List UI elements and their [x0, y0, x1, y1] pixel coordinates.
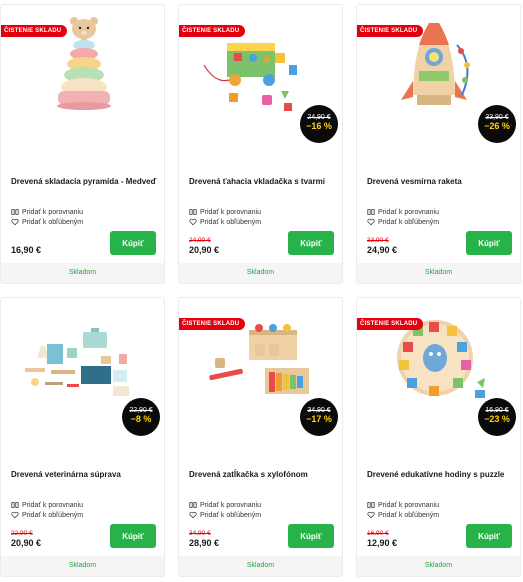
favorite-link[interactable]: Pridať k obľúbeným [367, 218, 439, 226]
discount-percent: −16 % [306, 121, 332, 131]
discount-percent: −26 % [484, 121, 510, 131]
stock-status: Skladom [1, 556, 164, 576]
heart-icon [189, 511, 197, 519]
product-card[interactable]: ČISTENIE SKLADU 34,90 € −17 % Drevená za… [178, 297, 343, 577]
product-image[interactable]: ČISTENIE SKLADU 33,90 € −26 % [357, 5, 520, 153]
discount-percent: −23 % [484, 414, 510, 424]
heart-icon [367, 218, 375, 226]
clearance-badge: ČISTENIE SKLADU [179, 318, 246, 330]
product-card[interactable]: ČISTENIE SKLADU 16,90 € −23 % Drevené ed… [356, 297, 521, 577]
product-image[interactable]: 22,90 € −8 % [1, 298, 164, 446]
compare-label: Pridať k porovnaniu [200, 501, 261, 509]
favorite-label: Pridať k obľúbeným [22, 218, 84, 226]
old-price: 16,90 € [367, 530, 389, 537]
favorite-link[interactable]: Pridať k obľúbeným [11, 511, 83, 519]
stock-status: Skladom [357, 556, 520, 576]
product-price: 28,90 € [189, 538, 220, 548]
favorite-link[interactable]: Pridať k obľúbeným [189, 511, 261, 519]
favorite-label: Pridať k obľúbeným [22, 511, 84, 519]
favorite-link[interactable]: Pridať k obľúbeným [189, 218, 261, 226]
compare-label: Pridať k porovnaniu [22, 208, 83, 216]
buy-button[interactable]: Kúpiť [110, 231, 156, 255]
product-title[interactable]: Drevená vesmírna raketa [367, 177, 515, 186]
discount-old-price: 24,90 € [307, 114, 331, 121]
buy-button[interactable]: Kúpiť [288, 231, 334, 255]
compare-icon [189, 209, 197, 215]
stock-status: Skladom [179, 263, 342, 283]
heart-icon [367, 511, 375, 519]
compare-label: Pridať k porovnaniu [22, 501, 83, 509]
compare-link[interactable]: Pridať k porovnaniu [189, 501, 261, 509]
buy-button[interactable]: Kúpiť [288, 524, 334, 548]
compare-link[interactable]: Pridať k porovnaniu [367, 501, 439, 509]
product-title[interactable]: Drevená veterinárna súprava [11, 470, 159, 479]
heart-icon [189, 218, 197, 226]
product-price: 24,90 € [367, 245, 398, 255]
product-image[interactable]: ČISTENIE SKLADU 16,90 € −23 % [357, 298, 520, 446]
clearance-badge: ČISTENIE SKLADU [179, 25, 246, 37]
product-image[interactable]: ČISTENIE SKLADU 24,90 € −16 % [179, 5, 342, 153]
compare-label: Pridať k porovnaniu [378, 501, 439, 509]
compare-icon [11, 209, 19, 215]
product-card[interactable]: ČISTENIE SKLADU 24,90 € −16 % Drevená ťa… [178, 4, 343, 284]
favorite-label: Pridať k obľúbeným [378, 218, 440, 226]
old-price: 24,90 € [189, 237, 211, 244]
product-price: 20,90 € [189, 245, 220, 255]
clearance-badge: ČISTENIE SKLADU [357, 318, 424, 330]
product-price: 12,90 € [367, 538, 398, 548]
stock-status: Skladom [179, 556, 342, 576]
product-card[interactable]: 22,90 € −8 % Drevená veterinárna súprava… [0, 297, 165, 577]
discount-badge: 16,90 € −23 % [478, 398, 516, 436]
product-title[interactable]: Drevené edukatívne hodiny s puzzle [367, 470, 515, 479]
compare-link[interactable]: Pridať k porovnaniu [189, 208, 261, 216]
compare-link[interactable]: Pridať k porovnaniu [367, 208, 439, 216]
discount-badge: 22,90 € −8 % [122, 398, 160, 436]
buy-button[interactable]: Kúpiť [466, 524, 512, 548]
stock-status: Skladom [357, 263, 520, 283]
discount-badge: 34,90 € −17 % [300, 398, 338, 436]
old-price: 33,90 € [367, 237, 389, 244]
product-card[interactable]: ČISTENIE SKLADU 33,90 € −26 % Drevená ve… [356, 4, 521, 284]
compare-link[interactable]: Pridať k porovnaniu [11, 501, 83, 509]
compare-label: Pridať k porovnaniu [200, 208, 261, 216]
discount-badge: 33,90 € −26 % [478, 105, 516, 143]
old-price: 34,90 € [189, 530, 211, 537]
compare-icon [11, 502, 19, 508]
compare-icon [367, 502, 375, 508]
discount-old-price: 16,90 € [485, 407, 509, 414]
compare-link[interactable]: Pridať k porovnaniu [11, 208, 83, 216]
discount-old-price: 33,90 € [485, 114, 509, 121]
favorite-label: Pridať k obľúbeným [200, 511, 262, 519]
compare-label: Pridať k porovnaniu [378, 208, 439, 216]
favorite-label: Pridať k obľúbeným [378, 511, 440, 519]
compare-icon [367, 209, 375, 215]
buy-button[interactable]: Kúpiť [466, 231, 512, 255]
stock-status: Skladom [1, 263, 164, 283]
heart-icon [11, 218, 19, 226]
compare-icon [189, 502, 197, 508]
discount-old-price: 22,90 € [129, 407, 153, 414]
favorite-link[interactable]: Pridať k obľúbeným [367, 511, 439, 519]
product-price: 16,90 € [11, 245, 42, 255]
product-title[interactable]: Drevená ťahacia vkladačka s tvarmi [189, 177, 337, 186]
product-image[interactable]: ČISTENIE SKLADU 34,90 € −17 % [179, 298, 342, 446]
discount-percent: −8 % [130, 414, 152, 424]
heart-icon [11, 511, 19, 519]
old-price: 22,90 € [11, 530, 33, 537]
product-price: 20,90 € [11, 538, 42, 548]
clearance-badge: ČISTENIE SKLADU [357, 25, 424, 37]
product-image[interactable]: ČISTENIE SKLADU [1, 5, 164, 153]
favorite-label: Pridať k obľúbeným [200, 218, 262, 226]
buy-button[interactable]: Kúpiť [110, 524, 156, 548]
product-card[interactable]: ČISTENIE SKLADU Drevená skladacia pyramí… [0, 4, 165, 284]
product-title[interactable]: Drevená skladacia pyramída - Medveď [11, 177, 159, 186]
discount-old-price: 34,90 € [307, 407, 331, 414]
discount-badge: 24,90 € −16 % [300, 105, 338, 143]
clearance-badge: ČISTENIE SKLADU [1, 25, 68, 37]
product-title[interactable]: Drevená zatĺkačka s xylofónom [189, 470, 337, 479]
favorite-link[interactable]: Pridať k obľúbeným [11, 218, 83, 226]
discount-percent: −17 % [306, 414, 332, 424]
